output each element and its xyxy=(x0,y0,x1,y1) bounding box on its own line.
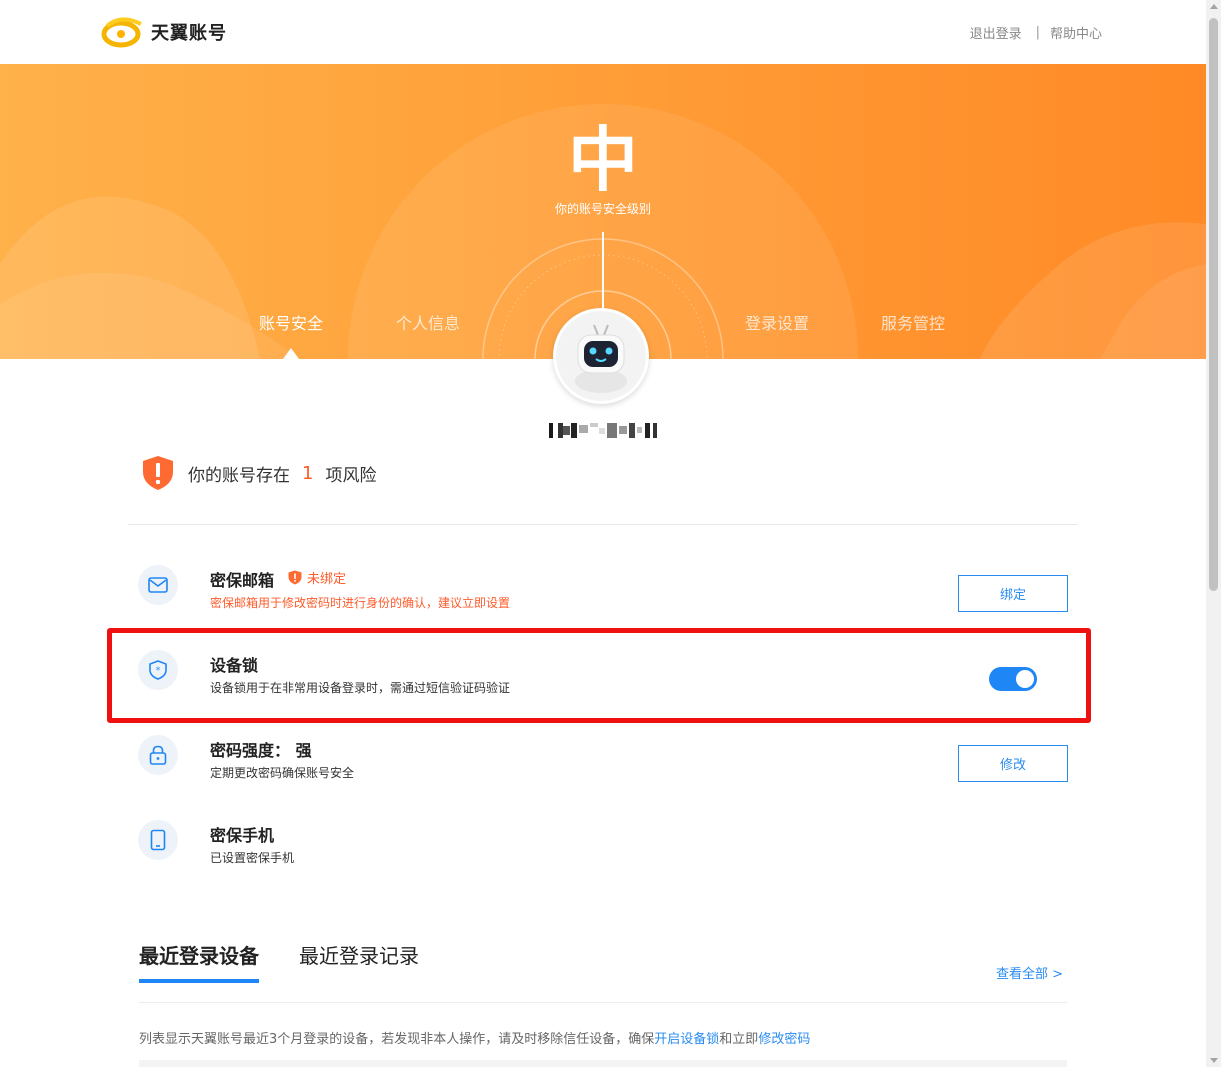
highlight-box xyxy=(107,628,1091,723)
password-strength-title: 密码强度： 强 xyxy=(210,741,312,760)
devices-notice: 列表显示天翼账号最近3个月登录的设备，若发现非本人操作，请及时移除信任设备，确保… xyxy=(139,1028,810,1047)
bind-email-button[interactable]: 绑定 xyxy=(958,575,1068,612)
avatar[interactable] xyxy=(553,308,649,404)
scroll-up-arrow-icon[interactable] xyxy=(1210,4,1218,9)
tianyi-logo-icon xyxy=(101,17,142,48)
password-desc: 定期更改密码确保账号安全 xyxy=(210,766,355,780)
security-item-phone: 密保手机 已设置密保手机 xyxy=(128,800,1078,880)
tab-service-control[interactable]: 服务管控 xyxy=(881,310,945,334)
warning-shield-icon xyxy=(143,456,173,490)
scrollbar-thumb[interactable] xyxy=(1209,18,1218,591)
change-password-link[interactable]: 修改密码 xyxy=(758,1032,810,1047)
security-item-password: 密码强度： 强 定期更改密码确保账号安全 修改 xyxy=(128,715,1078,795)
scroll-down-arrow-icon[interactable] xyxy=(1210,1058,1218,1063)
enable-device-lock-link[interactable]: 开启设备锁 xyxy=(654,1032,719,1047)
risk-text-prefix: 你的账号存在 xyxy=(188,465,290,486)
robot-avatar-icon xyxy=(556,311,646,401)
email-desc: 密保邮箱用于修改密码时进行身份的确认，建议立即设置 xyxy=(210,596,511,610)
active-tab-underline xyxy=(139,979,259,983)
warning-shield-small-icon xyxy=(288,570,302,585)
scrollbar[interactable] xyxy=(1206,0,1221,1067)
tab-recent-logins[interactable]: 最近登录记录 xyxy=(299,940,419,969)
section-divider xyxy=(128,524,1078,525)
email-status-badge: 未绑定 xyxy=(288,568,346,587)
risk-summary: 你的账号存在 1 项风险 xyxy=(141,455,376,491)
username-masked xyxy=(549,423,657,438)
notice-text-mid: 和立即 xyxy=(719,1032,759,1047)
lock-icon xyxy=(138,735,178,775)
page: 天翼账号 退出登录 | 帮助中心 中 你的账号安全级别 账号安全 个人信息 登录… xyxy=(0,0,1221,1067)
help-center-link[interactable]: 帮助中心 xyxy=(1050,23,1102,42)
device-list-header xyxy=(139,1060,1067,1067)
security-item-email: 密保邮箱 未绑定 密保邮箱用于修改密码时进行身份的确认，建议立即设置 绑定 xyxy=(128,545,1078,625)
phone-icon xyxy=(138,820,178,860)
top-header: 天翼账号 退出登录 | 帮助中心 xyxy=(0,0,1206,64)
security-level-char: 中 xyxy=(568,119,638,201)
change-password-button[interactable]: 修改 xyxy=(958,745,1068,782)
risk-count: 1 xyxy=(302,462,314,484)
tab-recent-devices[interactable]: 最近登录设备 xyxy=(139,940,259,969)
logo[interactable]: 天翼账号 xyxy=(101,16,227,48)
email-title: 密保邮箱 xyxy=(210,571,275,590)
security-level-caption: 你的账号安全级别 xyxy=(554,202,651,216)
view-all-link[interactable]: 查看全部 > xyxy=(996,963,1063,982)
phone-desc: 已设置密保手机 xyxy=(210,851,295,865)
logout-link[interactable]: 退出登录 xyxy=(970,23,1022,42)
mail-icon xyxy=(138,565,178,605)
email-status-text: 未绑定 xyxy=(307,572,347,587)
top-links: 退出登录 | 帮助中心 xyxy=(970,23,1102,42)
notice-text-prefix: 列表显示天翼账号最近3个月登录的设备，若发现非本人操作，请及时移除信任设备，确保 xyxy=(139,1032,655,1047)
tab-account-security[interactable]: 账号安全 xyxy=(259,310,323,334)
brand-name: 天翼账号 xyxy=(151,23,227,44)
tab-login-settings[interactable]: 登录设置 xyxy=(745,310,809,334)
phone-title: 密保手机 xyxy=(210,826,275,845)
devices-divider xyxy=(139,1002,1067,1003)
risk-text-suffix: 项风险 xyxy=(325,465,377,486)
active-tab-caret xyxy=(283,348,299,359)
tab-personal-info[interactable]: 个人信息 xyxy=(396,310,460,334)
link-separator: | xyxy=(1035,25,1040,40)
